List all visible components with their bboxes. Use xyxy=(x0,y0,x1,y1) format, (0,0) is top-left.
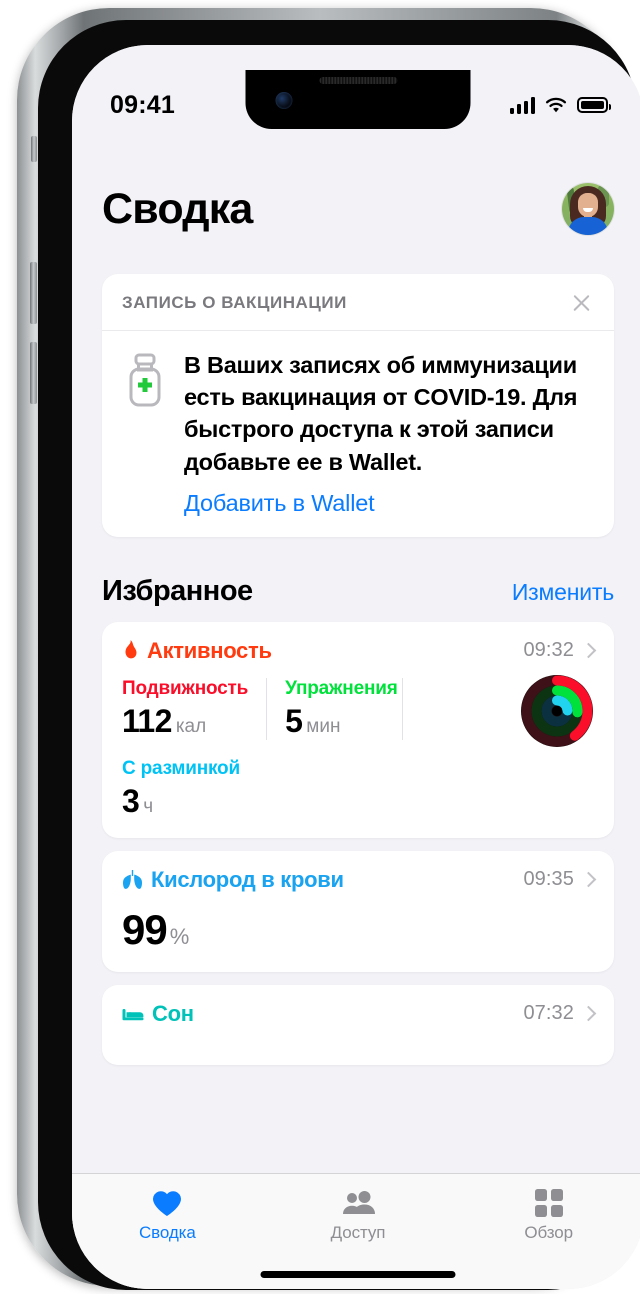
blood-oxygen-card[interactable]: Кислород в крови 09:35 99% xyxy=(102,850,614,972)
favorites-title: Избранное xyxy=(102,574,253,607)
activity-rings-icon xyxy=(520,674,594,748)
metric-exercise-value: 5 мин xyxy=(285,703,384,740)
flame-icon xyxy=(125,639,137,659)
metric-move: Подвижность 112 кал xyxy=(122,677,268,740)
activity-card-label: Активность xyxy=(122,638,272,664)
grid-icon xyxy=(534,1188,563,1218)
metric-exercise-unit: мин xyxy=(306,715,341,737)
tab-summary-label: Сводка xyxy=(138,1223,196,1242)
front-camera-icon xyxy=(275,92,293,109)
chevron-right-icon[interactable] xyxy=(580,1005,597,1022)
blood-oxygen-card-header: Кислород в крови 09:35 xyxy=(122,867,597,893)
metric-stand-unit: ч xyxy=(143,795,154,817)
blood-oxygen-value: 99% xyxy=(122,906,594,954)
sleep-card-header: Сон 07:32 xyxy=(122,1001,597,1027)
bed-icon xyxy=(122,1008,144,1021)
phone-frame: 09:41 Сводка ЗАПИСЬ О ВАКЦИНАЦИИ В Ваших… xyxy=(17,8,640,1290)
lungs-icon xyxy=(122,870,143,890)
volume-up-button[interactable] xyxy=(30,262,37,324)
metric-move-value: 112 кал xyxy=(122,703,248,740)
chevron-right-icon[interactable] xyxy=(580,642,597,659)
activity-card[interactable]: Активность 09:32 Подвижность 112 кал Упр… xyxy=(102,621,614,838)
metric-stand: С разминкой 3ч xyxy=(122,758,514,820)
vaccination-message: В Ваших записях об иммунизации есть вакц… xyxy=(184,352,578,475)
battery-icon xyxy=(577,97,611,113)
activity-metrics: Подвижность 112 кал Упражнения 5 мин С р… xyxy=(122,677,514,820)
sleep-card-label: Сон xyxy=(122,1001,194,1027)
blood-oxygen-card-time: 09:35 xyxy=(523,868,574,891)
chevron-right-icon[interactable] xyxy=(580,871,597,888)
blood-oxygen-card-label: Кислород в крови xyxy=(122,867,344,893)
vaccination-card-header: ЗАПИСЬ О ВАКЦИНАЦИИ xyxy=(102,274,614,331)
vaccination-record-card: ЗАПИСЬ О ВАКЦИНАЦИИ В Ваших записях об и… xyxy=(102,274,614,537)
metric-move-number: 112 xyxy=(122,702,172,739)
metric-exercise-number: 5 xyxy=(285,702,303,739)
tab-sharing-label: Доступ xyxy=(330,1223,386,1242)
activity-card-time: 09:32 xyxy=(523,639,574,662)
app-content: Сводка ЗАПИСЬ О ВАКЦИНАЦИИ В Ваших запис… xyxy=(72,45,640,1289)
avatar[interactable] xyxy=(562,183,614,235)
notch xyxy=(245,70,471,129)
people-icon xyxy=(341,1188,375,1218)
vaccination-card-title: ЗАПИСЬ О ВАКЦИНАЦИИ xyxy=(122,293,347,312)
cellular-signal-icon xyxy=(509,96,535,114)
vaccine-vial-icon xyxy=(122,349,168,517)
edit-favorites-button[interactable]: Изменить xyxy=(512,579,614,606)
tab-browse-label: Обзор xyxy=(524,1223,573,1242)
metric-exercise: Упражнения 5 мин xyxy=(285,677,404,740)
mute-switch[interactable] xyxy=(31,136,37,162)
tab-browse[interactable]: Обзор xyxy=(453,1188,640,1243)
sleep-card-name: Сон xyxy=(152,1000,194,1026)
activity-card-name: Активность xyxy=(147,637,272,663)
heart-icon xyxy=(152,1188,182,1218)
metric-stand-value: 3ч xyxy=(122,783,514,820)
close-icon[interactable] xyxy=(568,290,594,316)
add-to-wallet-link[interactable]: Добавить в Wallet xyxy=(184,490,375,517)
activity-metrics-body: Подвижность 112 кал Упражнения 5 мин С р… xyxy=(122,674,594,820)
metric-stand-label: С разминкой xyxy=(122,757,240,779)
tab-summary[interactable]: Сводка xyxy=(72,1188,263,1243)
blood-oxygen-card-meta: 09:35 xyxy=(523,868,597,891)
status-bar-indicators xyxy=(509,96,611,114)
earpiece-speaker-icon xyxy=(319,77,397,84)
vaccination-card-text: В Ваших записях об иммунизации есть вакц… xyxy=(184,349,594,517)
phone-screen: 09:41 Сводка ЗАПИСЬ О ВАКЦИНАЦИИ В Ваших… xyxy=(72,45,640,1289)
page-title: Сводка xyxy=(102,184,253,233)
home-indicator[interactable] xyxy=(260,1271,456,1278)
activity-card-header: Активность 09:32 xyxy=(122,638,597,664)
vaccination-card-body: В Ваших записях об иммунизации есть вакц… xyxy=(102,331,614,537)
wifi-icon xyxy=(545,97,567,112)
blood-oxygen-unit: % xyxy=(169,923,190,949)
sleep-card[interactable]: Сон 07:32 xyxy=(102,984,614,1065)
volume-down-button[interactable] xyxy=(30,342,37,404)
status-bar-time: 09:41 xyxy=(110,90,175,119)
screenshot-stage: 09:41 Сводка ЗАПИСЬ О ВАКЦИНАЦИИ В Ваших… xyxy=(0,0,640,1294)
metric-stand-number: 3 xyxy=(122,782,140,819)
tab-sharing[interactable]: Доступ xyxy=(263,1188,454,1243)
blood-oxygen-number: 99 xyxy=(122,905,168,953)
metric-exercise-label: Упражнения xyxy=(285,677,398,699)
activity-card-meta: 09:32 xyxy=(523,639,597,662)
page-header: Сводка xyxy=(72,131,640,235)
phone-bezel: 09:41 Сводка ЗАПИСЬ О ВАКЦИНАЦИИ В Ваших… xyxy=(38,20,640,1290)
sleep-card-time: 07:32 xyxy=(523,1002,574,1025)
sleep-card-meta: 07:32 xyxy=(523,1002,597,1025)
metric-move-label: Подвижность xyxy=(122,677,249,699)
blood-oxygen-card-name: Кислород в крови xyxy=(151,866,344,892)
metric-move-unit: кал xyxy=(175,715,207,737)
favorites-header: Избранное Изменить xyxy=(72,537,640,622)
